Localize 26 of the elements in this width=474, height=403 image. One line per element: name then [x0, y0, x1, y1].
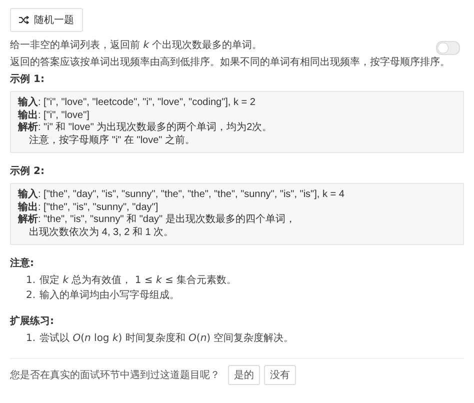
list-marker: 1. [26, 332, 36, 346]
code-line: 解析: "the", "is", "sunny" 和 "day" 是出现次数最多的四个单词， [18, 214, 296, 226]
random-question-button[interactable]: 随机一题 [10, 8, 83, 32]
toggle-switch[interactable] [436, 40, 460, 54]
list-marker: 2. [26, 289, 36, 303]
code-line: 注意，按字母顺序 "i" 在 "love" 之前。 [28, 134, 196, 147]
description-text: 给一非空的单词列表，返回前 k 个出现次数最多的单词。 [10, 39, 262, 52]
interview-question-text: 您是否在真实的面试环节中遇到过这道题目呢？ [10, 368, 220, 382]
code-line: 输出: ["the", "is", "sunny", "day"] [18, 202, 160, 214]
answer-button[interactable]: 是的 [228, 365, 260, 385]
example-title: 示例 1: [10, 73, 46, 86]
answer-button[interactable]: 没有 [264, 365, 296, 385]
code-line: 输入: ["the", "day", "is", "sunny", "the", "the", "the", "sunny", "is", "is"], k = 4 [18, 189, 346, 202]
extension-title: 扩展练习: [10, 315, 55, 328]
shuffle-icon [19, 16, 29, 24]
example-title: 示例 2: [10, 165, 46, 178]
note-item: 输入的单词均由小写字母组成。 [40, 289, 180, 303]
description-text: 返回的答案应该按单词出现频率由高到低排序。如果不同的单词有相同出现频率，按字母顺序排序。 [10, 56, 451, 69]
code-line: 输入: ["i", "love", "leetcode", "i", "love", "coding"], k = 2 [18, 97, 256, 110]
list-marker: 1. [26, 274, 36, 288]
code-line: 出现次数依次为 4, 3, 2 和 1 次。 [28, 226, 175, 239]
extension-item: 尝试以 O(n log k) 时间复杂度和 O(n) 空间复杂度解决。 [40, 332, 294, 346]
code-line: 输出: ["i", "love"] [18, 110, 90, 122]
code-line: 解析: "i" 和 "love" 为出现次数最多的两个单词，均为2次。 [18, 122, 274, 134]
note-item: 假定 k 总为有效值， 1 ≤ k ≤ 集合元素数。 [40, 274, 237, 288]
notes-title: 注意: [10, 257, 35, 270]
